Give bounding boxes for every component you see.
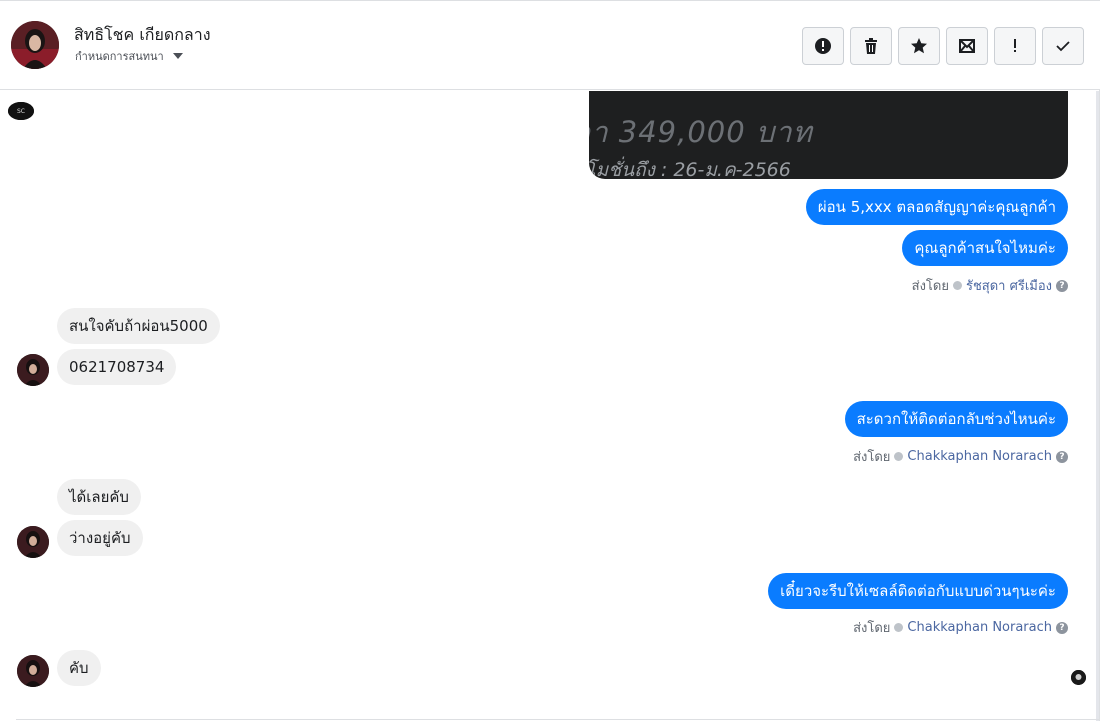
- contact-avatar-small[interactable]: [17, 655, 49, 687]
- mark-unread-icon: [959, 39, 975, 53]
- outgoing-message[interactable]: คุณลูกค้าสนใจไหมค่ะ: [902, 230, 1068, 266]
- thread-scrollbar[interactable]: [1096, 91, 1099, 721]
- sender-name[interactable]: Chakkaphan Norarach: [907, 620, 1052, 635]
- contact-name[interactable]: สิทธิโชค เกียดกลาง: [74, 23, 211, 48]
- incoming-message[interactable]: 0621708734: [57, 349, 177, 385]
- sent-by-label: ส่งโดย: [853, 450, 891, 465]
- seen-indicator-avatar: [1071, 670, 1086, 685]
- sent-by-row: ส่งโดย Chakkaphan Norarach ?: [853, 617, 1068, 638]
- help-icon[interactable]: ?: [1056, 621, 1068, 634]
- sender-name[interactable]: รัชสุดา ศรีเมือง: [966, 275, 1052, 296]
- alert-circle-icon: [815, 38, 831, 54]
- spam-button[interactable]: [802, 27, 844, 65]
- outgoing-message[interactable]: ผ่อน 5,xxx ตลอดสัญญาค่ะคุณลูกค้า: [805, 189, 1068, 225]
- message-thread[interactable]: SC ราคา 349,000 บาท โปรโมชั่นถึง : 26-ม.…: [0, 91, 1100, 721]
- incoming-message[interactable]: สนใจคับถ้าผ่อน5000: [57, 308, 220, 344]
- assign-conversation-label: กำหนดการสนทนา: [75, 50, 164, 63]
- svg-text:SC: SC: [17, 108, 25, 115]
- contact-avatar-small[interactable]: [17, 354, 49, 386]
- avatar-photo: [11, 21, 59, 69]
- incoming-message[interactable]: ได้เลยคับ: [57, 479, 141, 515]
- page-logo-icon: SC: [8, 102, 34, 120]
- sent-by-row: ส่งโดย Chakkaphan Norarach ?: [853, 446, 1068, 467]
- incoming-message[interactable]: คับ: [57, 650, 101, 686]
- incoming-message[interactable]: ว่างอยู่คับ: [57, 520, 143, 556]
- composer-divider: [16, 719, 1100, 720]
- help-icon[interactable]: ?: [1056, 450, 1068, 463]
- sender-name[interactable]: Chakkaphan Norarach: [907, 449, 1052, 464]
- sent-check-icon: [894, 623, 904, 632]
- outgoing-message[interactable]: เดี๋ยวจะรีบให้เซลล์ติดต่อกับแบบด่วนๆนะค่…: [768, 573, 1068, 609]
- contact-avatar[interactable]: [11, 21, 59, 69]
- assign-conversation-dropdown[interactable]: กำหนดการสนทนา: [75, 47, 183, 65]
- outgoing-message[interactable]: สะดวกให้ติดต่อกลับช่วงไหนค่ะ: [844, 401, 1068, 437]
- sent-by-row: ส่งโดย รัชสุดา ศรีเมือง ?: [912, 275, 1068, 296]
- help-icon[interactable]: ?: [1056, 279, 1068, 292]
- header-actions: [802, 27, 1084, 65]
- avatar-photo: [17, 655, 49, 687]
- message-image-attachment[interactable]: ราคา 349,000 บาท โปรโมชั่นถึง : 26-ม.ค-2…: [589, 91, 1068, 179]
- image-price-text: ราคา 349,000 บาท: [589, 115, 813, 149]
- sent-check-icon: [894, 452, 904, 461]
- star-icon: [911, 38, 927, 54]
- check-icon: [1056, 41, 1070, 52]
- avatar-photo: [17, 526, 49, 558]
- sent-by-label: ส่งโดย: [853, 621, 891, 636]
- delete-button[interactable]: [850, 27, 892, 65]
- sent-check-icon: [952, 281, 962, 290]
- trash-icon: [865, 38, 877, 54]
- done-button[interactable]: [1042, 27, 1084, 65]
- mark-unread-button[interactable]: [946, 27, 988, 65]
- contact-avatar-small[interactable]: [17, 526, 49, 558]
- image-promo-text: โปรโมชั่นถึง : 26-ม.ค-2566: [589, 159, 791, 179]
- star-button[interactable]: [898, 27, 940, 65]
- avatar-photo: [17, 354, 49, 386]
- conversation-header: สิทธิโชค เกียดกลาง กำหนดการสนทนา: [0, 1, 1100, 90]
- inbox-conversation-panel: สิทธิโชค เกียดกลาง กำหนดการสนทนา SC า 34…: [0, 0, 1100, 721]
- caret-down-icon: [172, 53, 183, 59]
- exclamation-icon: [1014, 39, 1016, 52]
- sent-by-label: ส่งโดย: [911, 279, 949, 294]
- follow-up-button[interactable]: [994, 27, 1036, 65]
